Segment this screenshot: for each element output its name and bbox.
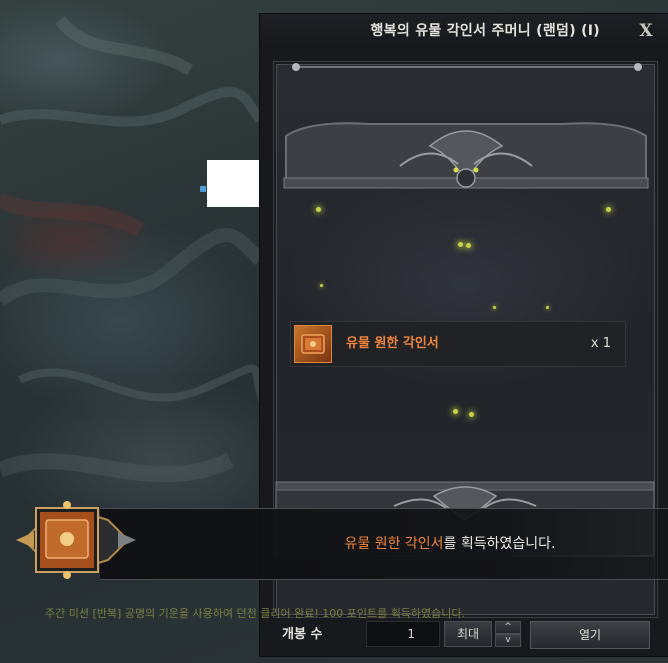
decrease-button[interactable]: v <box>495 634 521 647</box>
engraving-book-icon[interactable] <box>294 325 332 363</box>
sparkle <box>458 242 463 247</box>
title-bar[interactable]: 행복의 유물 각인서 주머니 (랜덤) (I) X <box>260 14 668 50</box>
world-marker-icon: ▪ <box>199 181 208 195</box>
acquired-item-emblem-icon <box>16 501 136 579</box>
sparkle <box>493 306 496 309</box>
open-controls: 개봉 수 1 최대 ^ v 열기 <box>260 618 668 656</box>
acquisition-suffix: 를 획득하였습니다. <box>443 536 556 552</box>
open-button[interactable]: 열기 <box>530 621 650 649</box>
sparkle <box>316 207 321 212</box>
close-button[interactable]: X <box>636 18 656 44</box>
reward-item-row[interactable]: 유물 원한 각인서 x 1 <box>290 321 626 367</box>
sparkle <box>469 412 474 417</box>
sparkle <box>466 243 471 248</box>
open-count-input[interactable]: 1 <box>366 621 440 647</box>
acquisition-message: 유물 원한 각인서를 획득하였습니다. <box>200 509 668 579</box>
mission-notification: 주간 미션 [반복] 공명의 기운을 사용하여 던전 클리어 완료! 100 포… <box>45 607 466 620</box>
acquisition-banner: 유물 원한 각인서를 획득하였습니다. <box>100 508 668 580</box>
sparkle <box>546 306 549 309</box>
reward-item-quantity: x 1 <box>590 336 611 351</box>
open-count-label: 개봉 수 <box>282 627 323 642</box>
sparkle <box>453 409 458 414</box>
max-button[interactable]: 최대 <box>444 621 492 647</box>
window-title: 행복의 유물 각인서 주머니 (랜덤) (I) <box>370 23 600 39</box>
frame-top-ornament <box>292 63 642 71</box>
reward-item-name: 유물 원한 각인서 <box>346 336 439 351</box>
sparkle <box>320 284 323 287</box>
acquired-item-name: 유물 원한 각인서 <box>344 536 444 552</box>
chest-lid-ornament <box>283 122 649 189</box>
sparkle <box>606 207 611 212</box>
blank-overlay-box <box>207 160 260 207</box>
